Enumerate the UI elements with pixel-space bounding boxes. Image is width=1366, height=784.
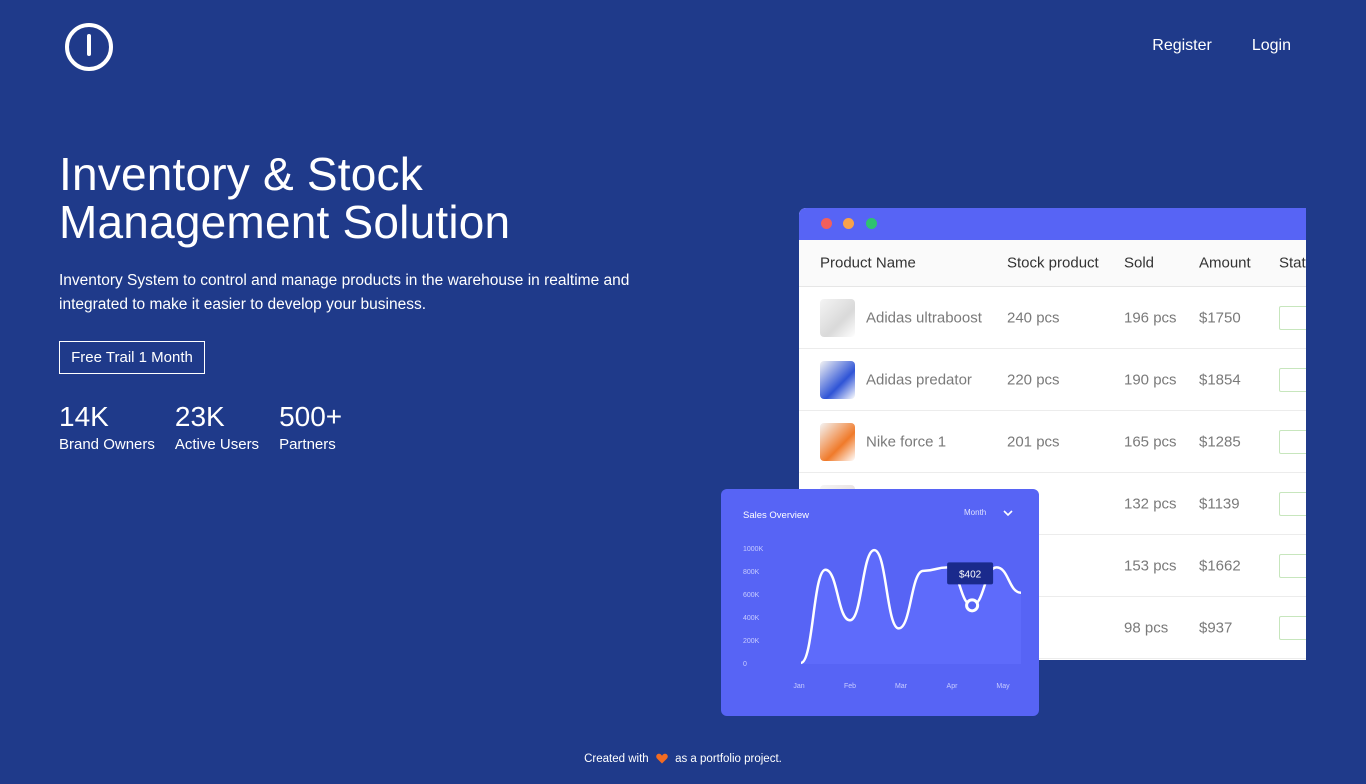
stat-brand-owners: 14K Brand Owners [59,401,155,457]
product-name: Adidas ultraboost [866,309,982,326]
amount: $1139 [1199,495,1240,512]
footer: Created with as a portfolio project. [0,753,1366,765]
stock-quantity: 240 pcs [1007,309,1060,326]
stock-quantity: 220 pcs [1007,371,1060,388]
register-link[interactable]: Register [1152,37,1212,55]
stat-value: 500+ [279,401,343,432]
highlight-point[interactable] [965,598,980,613]
x-tick-label: Apr [947,683,959,690]
y-tick-label: 800K [743,569,760,576]
column-header-stock: Stock product [1007,254,1099,272]
product-thumbnail [820,298,855,337]
product-thumbnail [820,422,855,461]
status-badge [1279,553,1306,578]
product-name: Adidas predator [866,371,972,388]
table-row[interactable]: Adidas predator 220 pcs 190 pcs $1854 [799,349,1306,411]
stock-quantity: 201 pcs [1007,433,1060,450]
tooltip-value: $402 [959,569,982,580]
product-thumbnail [820,360,855,399]
power-icon[interactable] [64,22,114,72]
table-row[interactable]: Adidas ultraboost 240 pcs 196 pcs $1750 [799,287,1306,349]
hero-title-line-1: Inventory & Stock [59,148,423,200]
sold-quantity: 190 pcs [1124,371,1177,388]
sold-quantity: 98 pcs [1124,619,1169,636]
sold-quantity: 153 pcs [1124,557,1177,574]
column-header-status: Statu [1279,254,1306,272]
y-tick-label: 600K [743,592,760,599]
landing-page: Register Login Inventory & Stock Managem… [0,0,1366,784]
amount: $1285 [1199,433,1241,450]
status-badge [1279,429,1306,454]
hero-title-line-2: Management Solution [59,196,511,248]
minimize-dot-icon [843,218,854,229]
stat-label: Partners [279,436,336,453]
column-header-product-name: Product Name [820,254,916,272]
status-badge [1279,615,1306,640]
x-tick-label: Jan [793,683,804,690]
y-tick-label: 200K [743,638,760,645]
sales-line-chart: 1000K 800K 600K 400K 200K 0 Jan Feb Mar Apr May $40… [743,546,1022,690]
status-badge [1279,491,1306,516]
amount: $937 [1199,619,1233,636]
sold-quantity: 196 pcs [1124,309,1177,326]
table-header: Product Name Stock product Sold Amount S… [799,240,1306,287]
close-dot-icon [821,218,832,229]
footer-prefix: Created with [584,753,649,765]
amount: $1662 [1199,557,1241,574]
x-tick-label: May [996,683,1010,690]
top-nav: Register Login [1152,37,1291,55]
hero-subtitle: Inventory System to control and manage p… [59,272,630,313]
sold-quantity: 165 pcs [1124,433,1177,450]
maximize-dot-icon [866,218,877,229]
window-title-bar [799,208,1306,240]
sold-quantity: 132 pcs [1124,495,1177,512]
stat-partners: 500+ Partners [279,401,342,457]
column-header-amount: Amount [1199,254,1251,272]
y-tick-label: 1000K [743,546,764,553]
free-trial-button[interactable]: Free Trail 1 Month [59,341,205,374]
product-name: Nike force 1 [866,433,947,450]
status-badge [1279,305,1306,330]
footer-suffix: as a portfolio project. [675,753,782,765]
stats: 14K Brand Owners 23K Active Users 500+ P… [59,401,362,457]
hero-title: Inventory & Stock Management Solution [59,150,679,246]
login-link[interactable]: Login [1252,37,1291,55]
stat-label: Brand Owners [59,436,155,453]
stat-value: 14K [59,401,109,432]
amount: $1854 [1199,371,1241,388]
heart-icon [656,753,668,764]
table-row[interactable]: Nike force 1 201 pcs 165 pcs $1285 [799,411,1306,473]
x-tick-label: Mar [895,683,908,690]
stat-value: 23K [174,401,225,432]
stat-active-users: 23K Active Users [175,401,259,457]
y-tick-label: 0 [743,661,747,668]
status-badge [1279,367,1306,392]
y-tick-label: 400K [743,615,760,622]
sales-overview-card: Sales Overview Month 1000K 800K 600K 400K 20… [721,489,1039,716]
x-tick-label: Feb [844,683,856,690]
stat-label: Active Users [174,436,260,453]
amount: $1750 [1199,309,1241,326]
column-header-sold: Sold [1124,254,1155,272]
